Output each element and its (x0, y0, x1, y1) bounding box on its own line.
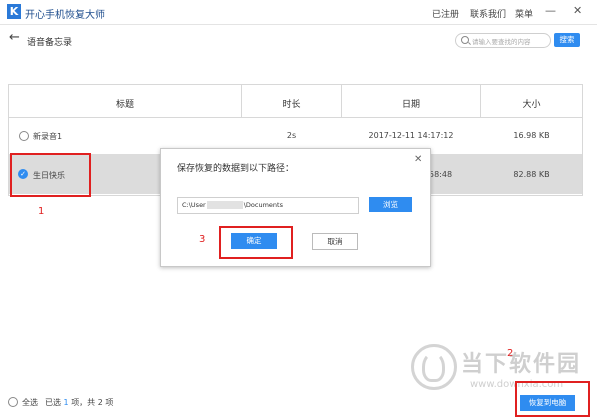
contact-link[interactable]: 联系我们 (470, 7, 506, 20)
search-placeholder: 请输入要查找的内容 (472, 38, 531, 46)
annotation-box-3 (219, 226, 293, 259)
browse-button[interactable]: 浏览 (369, 197, 412, 212)
cancel-button[interactable]: 取消 (312, 233, 358, 250)
annotation-label-2: 2 (507, 348, 514, 359)
selected-prefix: 已选 (45, 398, 61, 407)
column-header-size: 大小 (522, 100, 541, 110)
column-header-date: 日期 (401, 100, 420, 110)
table-header: 标题 时长 日期 大小 (9, 85, 582, 118)
minimize-button[interactable]: — (545, 5, 556, 17)
search-icon (461, 36, 469, 44)
column-header-title: 标题 (115, 100, 134, 110)
title-bar: K 开心手机恢复大师 已注册 联系我们 菜单 — ✕ (0, 0, 597, 25)
annotation-label-1: 1 (38, 206, 45, 217)
row-radio[interactable] (19, 131, 29, 141)
close-window-button[interactable]: ✕ (573, 5, 582, 17)
watermark-logo-inner (422, 352, 445, 382)
redacted-username (206, 201, 243, 209)
save-path-dialog: 保存恢复的数据到以下路径： ✕ C:\User \Documents 浏览 确定 … (160, 148, 431, 267)
row-title: 新录音1 (33, 132, 63, 141)
annotation-box-2 (515, 381, 590, 417)
selected-count: 1 (63, 398, 69, 407)
select-all-radio[interactable] (8, 397, 18, 407)
app-logo: K (7, 4, 21, 19)
registered-link[interactable]: 已注册 (432, 7, 459, 20)
row-duration: 2s (286, 131, 297, 140)
watermark-text: 当下软件园 (461, 352, 582, 377)
row-date: 2017-12-11 14:17:12 (368, 131, 454, 140)
menu-link[interactable]: 菜单 (515, 7, 533, 20)
annotation-label-3: 3 (199, 234, 206, 245)
selection-status: 已选 1 项，共 2 项 (45, 397, 113, 408)
search-input[interactable]: 请输入要查找的内容 (455, 33, 551, 48)
path-suffix: \Documents (243, 201, 283, 209)
back-arrow-icon[interactable]: ← (9, 30, 20, 45)
path-input[interactable]: C:\User \Documents (177, 197, 359, 214)
path-prefix: C:\User (182, 201, 206, 209)
selected-suffix: 项，共 2 项 (71, 398, 114, 407)
annotation-box-1 (10, 153, 91, 197)
search-button[interactable]: 搜索 (554, 33, 580, 47)
footer-bar: 全选 已选 1 项，共 2 项 (0, 388, 597, 416)
dialog-title: 保存恢复的数据到以下路径： (177, 164, 295, 174)
app-title: 开心手机恢复大师 (25, 10, 105, 21)
column-header-duration: 时长 (282, 100, 301, 110)
row-date: 58:48 (429, 170, 453, 179)
close-icon[interactable]: ✕ (414, 154, 422, 165)
select-all-label[interactable]: 全选 (22, 397, 38, 408)
row-size: 16.98 KB (513, 131, 550, 140)
page-title: 语音备忘录 (27, 38, 73, 48)
row-size: 82.88 KB (513, 170, 550, 179)
path-value: C:\User \Documents (182, 201, 283, 209)
